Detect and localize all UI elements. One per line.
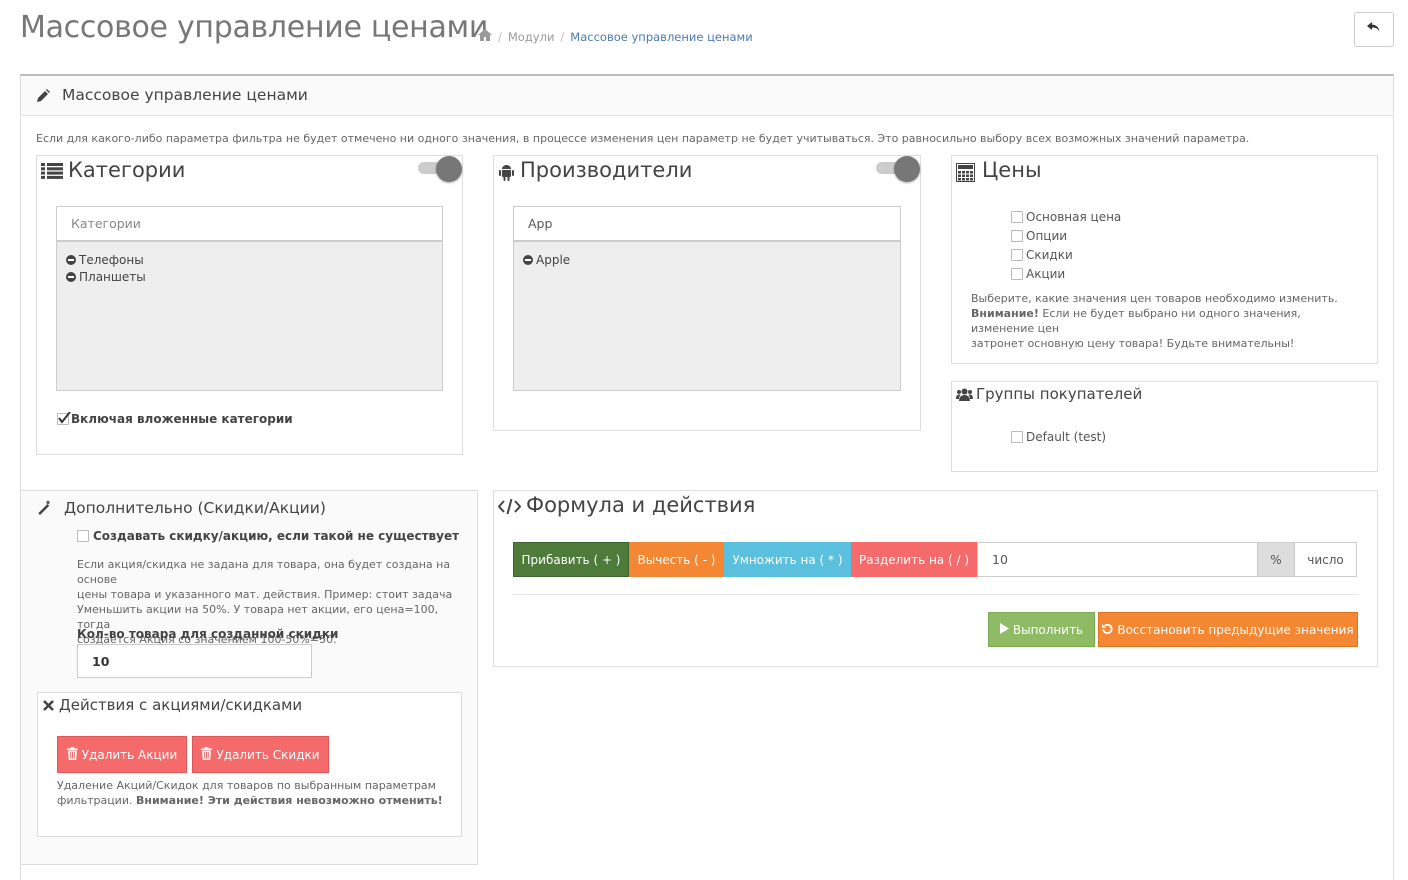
actions-note-line: фильтрации. xyxy=(57,794,136,807)
users-icon xyxy=(956,388,973,405)
extra-title: Дополнительно (Скидки/Акции) xyxy=(64,499,326,517)
filter-notice: Если для какого-либо параметра фильтра н… xyxy=(36,132,1250,145)
checked-checkbox-icon[interactable] xyxy=(57,412,71,425)
price-option-base[interactable]: Основная цена xyxy=(1011,207,1121,226)
categories-items: Телефоны Планшеты xyxy=(66,251,146,285)
qty-input[interactable]: 10 xyxy=(77,644,312,678)
list-item[interactable]: Apple xyxy=(523,251,570,268)
manufacturers-search-input[interactable]: App xyxy=(513,206,901,241)
back-button[interactable] xyxy=(1354,12,1394,47)
home-icon[interactable] xyxy=(478,29,492,44)
customer-groups-title: Группы покупателей xyxy=(976,385,1143,403)
categories-search-input[interactable]: Категории xyxy=(56,206,443,241)
pencil-icon xyxy=(36,89,50,107)
extra-help-line: Если акция/скидка не задана для товара, … xyxy=(77,558,451,586)
category-label: Планшеты xyxy=(79,269,146,284)
number-button[interactable]: число xyxy=(1294,542,1357,577)
checkbox[interactable] xyxy=(1011,229,1023,242)
prices-options: Основная цена Опции Скидки Акции xyxy=(1011,207,1121,283)
manufacturers-items: Apple xyxy=(523,251,570,268)
prices-help-line: затронет основную цену товара! Будьте вн… xyxy=(971,337,1295,350)
subtract-button[interactable]: Вычесть ( - ) xyxy=(629,542,724,577)
multiply-button[interactable]: Умножить на ( * ) xyxy=(724,542,851,577)
delete-specials-button[interactable]: Удалить Акции xyxy=(57,736,187,773)
include-subcategories-checkbox[interactable]: Включая вложенные категории xyxy=(57,412,293,426)
calculator-icon xyxy=(956,163,975,186)
manufacturers-title: Производители xyxy=(520,158,693,182)
list-icon xyxy=(41,163,63,183)
customer-group-default[interactable]: Default (test) xyxy=(1011,427,1106,446)
minus-circle-icon[interactable] xyxy=(523,254,533,265)
extra-help-line: цены товара и указанного мат. действия. … xyxy=(77,588,453,601)
option-label: Основная цена xyxy=(1026,209,1122,224)
option-label: Скидки xyxy=(1026,247,1073,262)
price-option-discounts[interactable]: Скидки xyxy=(1011,245,1121,264)
manufacturers-toggle[interactable] xyxy=(876,156,920,182)
create-discount-checkbox[interactable]: Создавать скидку/акцию, если такой не су… xyxy=(77,529,459,543)
restore-button[interactable]: Восстановить предыдущие значения xyxy=(1098,612,1358,647)
price-option-options[interactable]: Опции xyxy=(1011,226,1121,245)
price-option-specials[interactable]: Акции xyxy=(1011,264,1121,283)
actions-title: Действия с акциями/скидками xyxy=(59,696,303,714)
undo-icon xyxy=(1102,623,1113,637)
option-label: Опции xyxy=(1026,228,1068,243)
prices-help: Выберите, какие значения цен товаров нео… xyxy=(971,291,1366,351)
actions-note: Удаление Акций/Скидок для товаров по выб… xyxy=(57,778,452,808)
customer-groups-options: Default (test) xyxy=(1011,427,1106,446)
breadcrumb-modules[interactable]: Модули xyxy=(508,30,555,44)
checkbox[interactable] xyxy=(1011,267,1023,280)
checkbox[interactable] xyxy=(1011,430,1023,443)
option-label: Акции xyxy=(1026,266,1066,281)
breadcrumb: / Модули / Массовое управление ценами xyxy=(478,29,753,44)
list-item[interactable]: Телефоны xyxy=(66,251,146,268)
manufacturer-label: Apple xyxy=(536,252,571,267)
checkbox[interactable] xyxy=(77,530,89,542)
categories-title: Категории xyxy=(68,158,186,182)
option-label: Default (test) xyxy=(1026,429,1107,444)
include-subcategories-label: Включая вложенные категории xyxy=(71,412,293,426)
play-icon xyxy=(999,622,1009,637)
android-icon xyxy=(499,164,514,185)
page-title: Массовое управление ценами xyxy=(20,10,489,45)
magic-wand-icon xyxy=(37,500,52,519)
restore-label: Восстановить предыдущие значения xyxy=(1117,622,1354,637)
execute-label: Выполнить xyxy=(1012,622,1084,637)
actions-note-line: Удаление Акций/Скидок для товаров по выб… xyxy=(57,779,436,792)
code-icon xyxy=(497,498,522,519)
trash-icon xyxy=(201,746,213,763)
category-label: Телефоны xyxy=(79,252,144,267)
prices-title: Цены xyxy=(982,158,1042,182)
formula-title: Формула и действия xyxy=(526,493,756,517)
qty-label: Кол-во товара для созданной скидки xyxy=(77,627,339,641)
divide-button[interactable]: Разделить на ( / ) xyxy=(851,542,977,577)
breadcrumb-current[interactable]: Массовое управление ценами xyxy=(570,30,752,44)
minus-circle-icon[interactable] xyxy=(66,254,76,265)
actions-warning: Внимание! Эти действия невозможно отмени… xyxy=(135,794,443,807)
create-discount-label: Создавать скидку/акцию, если такой не су… xyxy=(93,529,460,543)
panel-title: Массовое управление ценами xyxy=(62,86,308,104)
checkbox[interactable] xyxy=(1011,248,1023,261)
prices-help-line: Выберите, какие значения цен товаров нео… xyxy=(971,292,1338,305)
delete-specials-label: Удалить Акции xyxy=(81,747,178,762)
percent-button[interactable]: % xyxy=(1257,542,1295,577)
categories-toggle[interactable] xyxy=(418,156,462,182)
list-item[interactable]: Планшеты xyxy=(66,268,146,285)
checkbox[interactable] xyxy=(1011,210,1023,223)
trash-icon xyxy=(66,746,78,763)
prices-warning: Внимание! xyxy=(971,307,1039,320)
formula-value-input[interactable]: 10 xyxy=(977,542,1258,577)
delete-discounts-button[interactable]: Удалить Скидки xyxy=(192,736,329,773)
manufacturers-list xyxy=(513,241,901,391)
delete-discounts-label: Удалить Скидки xyxy=(216,747,320,762)
reply-icon xyxy=(1367,21,1381,38)
minus-circle-icon[interactable] xyxy=(66,271,76,282)
divider xyxy=(513,594,1358,595)
close-icon xyxy=(43,700,54,715)
execute-button[interactable]: Выполнить xyxy=(988,612,1095,647)
add-button[interactable]: Прибавить ( + ) xyxy=(513,542,629,577)
